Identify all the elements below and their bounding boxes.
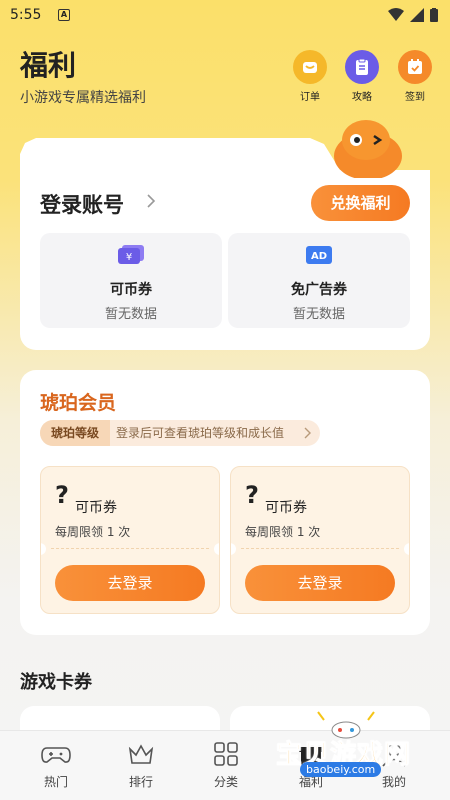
coin-voucher-box[interactable]: ¥ 可币券 暂无数据 — [40, 233, 222, 328]
nav-label: 分类 — [213, 775, 238, 789]
order-label: 订单 — [300, 92, 320, 103]
chevron-right-icon — [304, 427, 311, 439]
guide-icon — [345, 50, 379, 84]
nav-item-category[interactable]: 分类 — [196, 741, 256, 790]
svg-text:AD: AD — [311, 251, 327, 262]
guide-button[interactable]: 攻略 — [342, 50, 382, 103]
battery-icon — [430, 8, 438, 22]
status-icons — [388, 8, 438, 22]
checkin-button[interactable]: 签到 — [395, 50, 435, 103]
svg-text:¥: ¥ — [126, 252, 132, 263]
page-subtitle: 小游戏专属精选福利 — [20, 90, 146, 106]
ad-free-voucher-value: 暂无数据 — [292, 307, 345, 322]
amber-level-bar[interactable]: 琥珀等级 登录后可查看琥珀等级和成长值 — [40, 420, 320, 446]
guide-label: 攻略 — [352, 92, 372, 103]
checkin-icon — [398, 50, 432, 84]
status-time: 5:55 — [10, 7, 42, 23]
crown-icon — [128, 744, 154, 764]
watermark-url: baobeiy.com — [300, 762, 382, 777]
ticket-name: 可币券 — [75, 500, 117, 516]
amber-level-text: 登录后可查看琥珀等级和成长值 — [116, 426, 285, 440]
coin-voucher-name: 可币券 — [110, 282, 152, 298]
status-bar: 5:55 A — [0, 0, 450, 32]
ticket-limit: 每周限领 1 次 — [55, 525, 131, 539]
wifi-icon — [388, 8, 404, 21]
grid-icon — [214, 742, 238, 766]
question-mark-icon: ? — [245, 481, 259, 509]
coin-voucher-icon: ¥ — [118, 245, 144, 264]
amber-level-tag: 琥珀等级 — [40, 420, 110, 446]
ticket-name: 可币券 — [265, 500, 307, 516]
nav-label: 排行 — [128, 775, 153, 789]
ticket-limit: 每周限领 1 次 — [245, 525, 321, 539]
nav-label: 热门 — [43, 775, 68, 789]
ad-free-icon: AD — [306, 246, 332, 264]
ad-free-voucher-box[interactable]: AD 免广告券 暂无数据 — [228, 233, 410, 328]
coin-voucher-value: 暂无数据 — [104, 307, 157, 322]
go-login-button[interactable]: 去登录 — [55, 565, 205, 601]
coin-voucher-ticket: ? 可币券 每周限领 1 次 去登录 — [230, 466, 410, 614]
login-account-link[interactable]: 登录账号 — [40, 189, 124, 219]
chevron-right-icon — [147, 194, 156, 208]
member-title: 琥珀会员 — [40, 392, 117, 414]
gamepad-icon — [41, 747, 71, 763]
coin-voucher-ticket: ? 可币券 每周限领 1 次 去登录 — [40, 466, 220, 614]
nav-item-hot[interactable]: 热门 — [26, 741, 86, 790]
signal-icon — [410, 8, 424, 22]
mascot-icon — [334, 120, 402, 178]
question-mark-icon: ? — [55, 481, 69, 509]
order-icon — [293, 50, 327, 84]
ad-free-voucher-name: 免广告券 — [291, 282, 347, 298]
checkin-label: 签到 — [405, 92, 425, 103]
nav-item-ranking[interactable]: 排行 — [111, 741, 171, 790]
go-login-button[interactable]: 去登录 — [245, 565, 395, 601]
page-title: 福利 — [20, 49, 77, 82]
order-button[interactable]: 订单 — [290, 50, 330, 103]
game-cards-title: 游戏卡券 — [20, 672, 92, 693]
status-indicator-icon: A — [58, 9, 70, 21]
exchange-benefits-button[interactable]: 兑换福利 — [311, 185, 410, 221]
